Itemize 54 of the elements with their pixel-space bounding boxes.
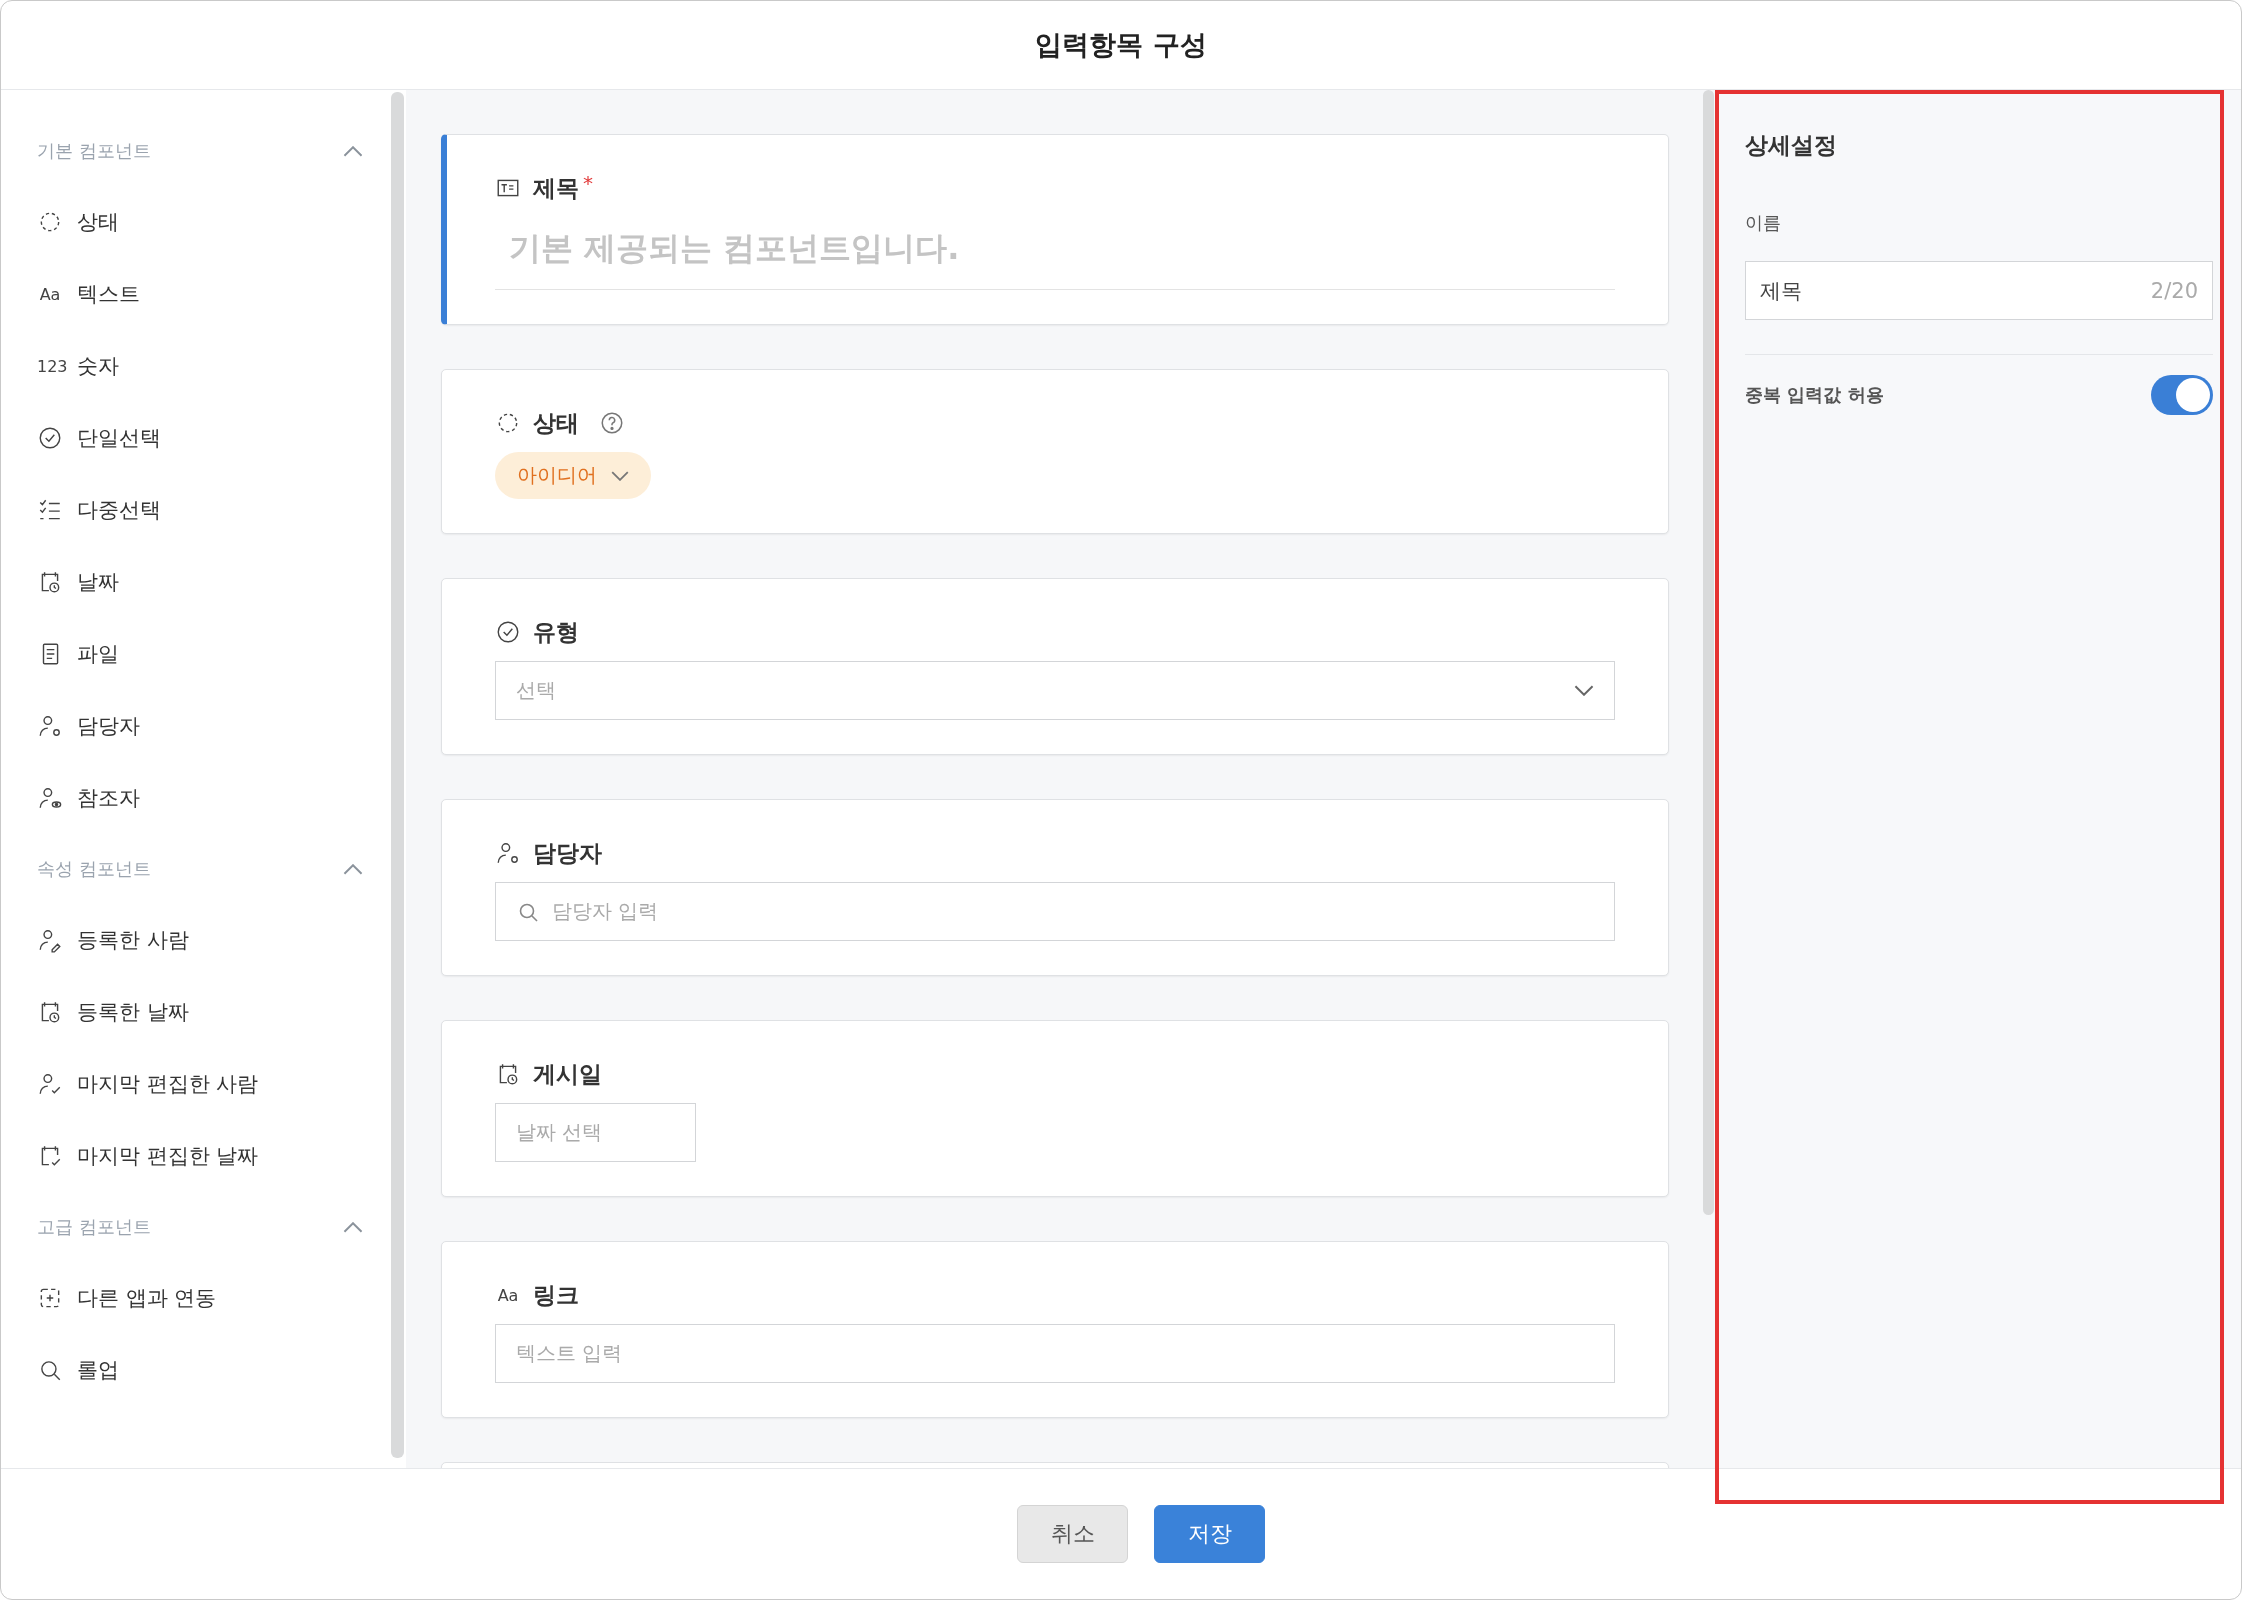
chevron-icon[interactable] (343, 145, 363, 157)
sidebar-item[interactable]: 등록한 사람 (37, 904, 391, 976)
scrollbar[interactable] (1703, 90, 1714, 1215)
section-heading: 기본 컴포넌트 (37, 139, 151, 163)
field-label: 게시일 (533, 1059, 602, 1089)
window-title: 입력항목 구성 (1035, 28, 1207, 62)
sidebar-item[interactable]: 마지막 편집한 사람 (37, 1048, 391, 1120)
section-heading: 속성 컴포넌트 (37, 857, 151, 881)
section-heading: 고급 컴포넌트 (37, 1215, 151, 1239)
field-card[interactable]: 제목 * 기본 제공되는 컴포넌트입니다. (441, 134, 1669, 325)
sidebar-item[interactable]: Aa 텍스트 (37, 258, 391, 330)
chevron-down-icon (611, 470, 629, 481)
save-button[interactable]: 저장 (1154, 1505, 1265, 1563)
toggle-switch[interactable] (2151, 375, 2213, 415)
sidebar-item[interactable]: 다중선택 (37, 474, 391, 546)
person-gear-icon (37, 713, 63, 739)
sidebar-item[interactable]: 참조자 (37, 762, 391, 834)
person-pen-icon (37, 927, 63, 953)
sidebar-item[interactable]: 날짜 (37, 546, 391, 618)
sidebar-item[interactable]: 롤업 (37, 1334, 391, 1406)
field-label: 이름 (1745, 211, 1782, 235)
sidebar-item[interactable]: 다른 앱과 연동 (37, 1262, 391, 1334)
sidebar-item[interactable]: 단일선택 (37, 402, 391, 474)
sidebar-item[interactable]: 123 숫자 (37, 330, 391, 402)
chevron-icon[interactable] (343, 863, 363, 875)
field-card[interactable]: Aa 링크 텍스트 입력 (441, 1241, 1669, 1418)
person-gear-icon (495, 840, 521, 866)
sidebar-item[interactable]: 등록한 날짜 (37, 976, 391, 1048)
check-circle-icon (37, 425, 63, 451)
field-card[interactable]: 게시일 날짜 선택 (441, 1020, 1669, 1197)
sidebar-item[interactable]: 마지막 편집한 날짜 (37, 1120, 391, 1192)
scrollbar[interactable] (391, 92, 404, 1458)
cancel-button[interactable]: 취소 (1017, 1505, 1128, 1563)
field-card[interactable]: 상태 아이디어 (441, 369, 1669, 534)
field-label: 링크 (533, 1280, 579, 1310)
name-input-field[interactable]: 제목 2/20 (1745, 261, 2213, 320)
sidebar-item[interactable]: 상태 (37, 186, 391, 258)
chevron-icon[interactable] (343, 1221, 363, 1233)
check-circle-icon (495, 619, 521, 645)
toggle-label: 중복 입력값 허용 (1745, 383, 1884, 407)
sidebar-item[interactable]: 파일 (37, 618, 391, 690)
sidebar-item[interactable]: 담당자 (37, 690, 391, 762)
help-icon[interactable] (599, 410, 625, 436)
field-label: 담당자 (533, 838, 602, 868)
field-label: 제목 (533, 173, 579, 203)
panel-title: 상세설정 (1745, 131, 1838, 160)
field-label: 유형 (533, 617, 579, 647)
person-check-icon (37, 1071, 63, 1097)
chevron-down-icon (1574, 685, 1594, 696)
field-card[interactable]: 담당자 담당자 입력 (441, 799, 1669, 976)
field-card[interactable]: 유형 선택 (441, 578, 1669, 755)
field-label: 상태 (533, 408, 579, 438)
person-eye-icon (37, 785, 63, 811)
required-mark: * (583, 171, 593, 195)
